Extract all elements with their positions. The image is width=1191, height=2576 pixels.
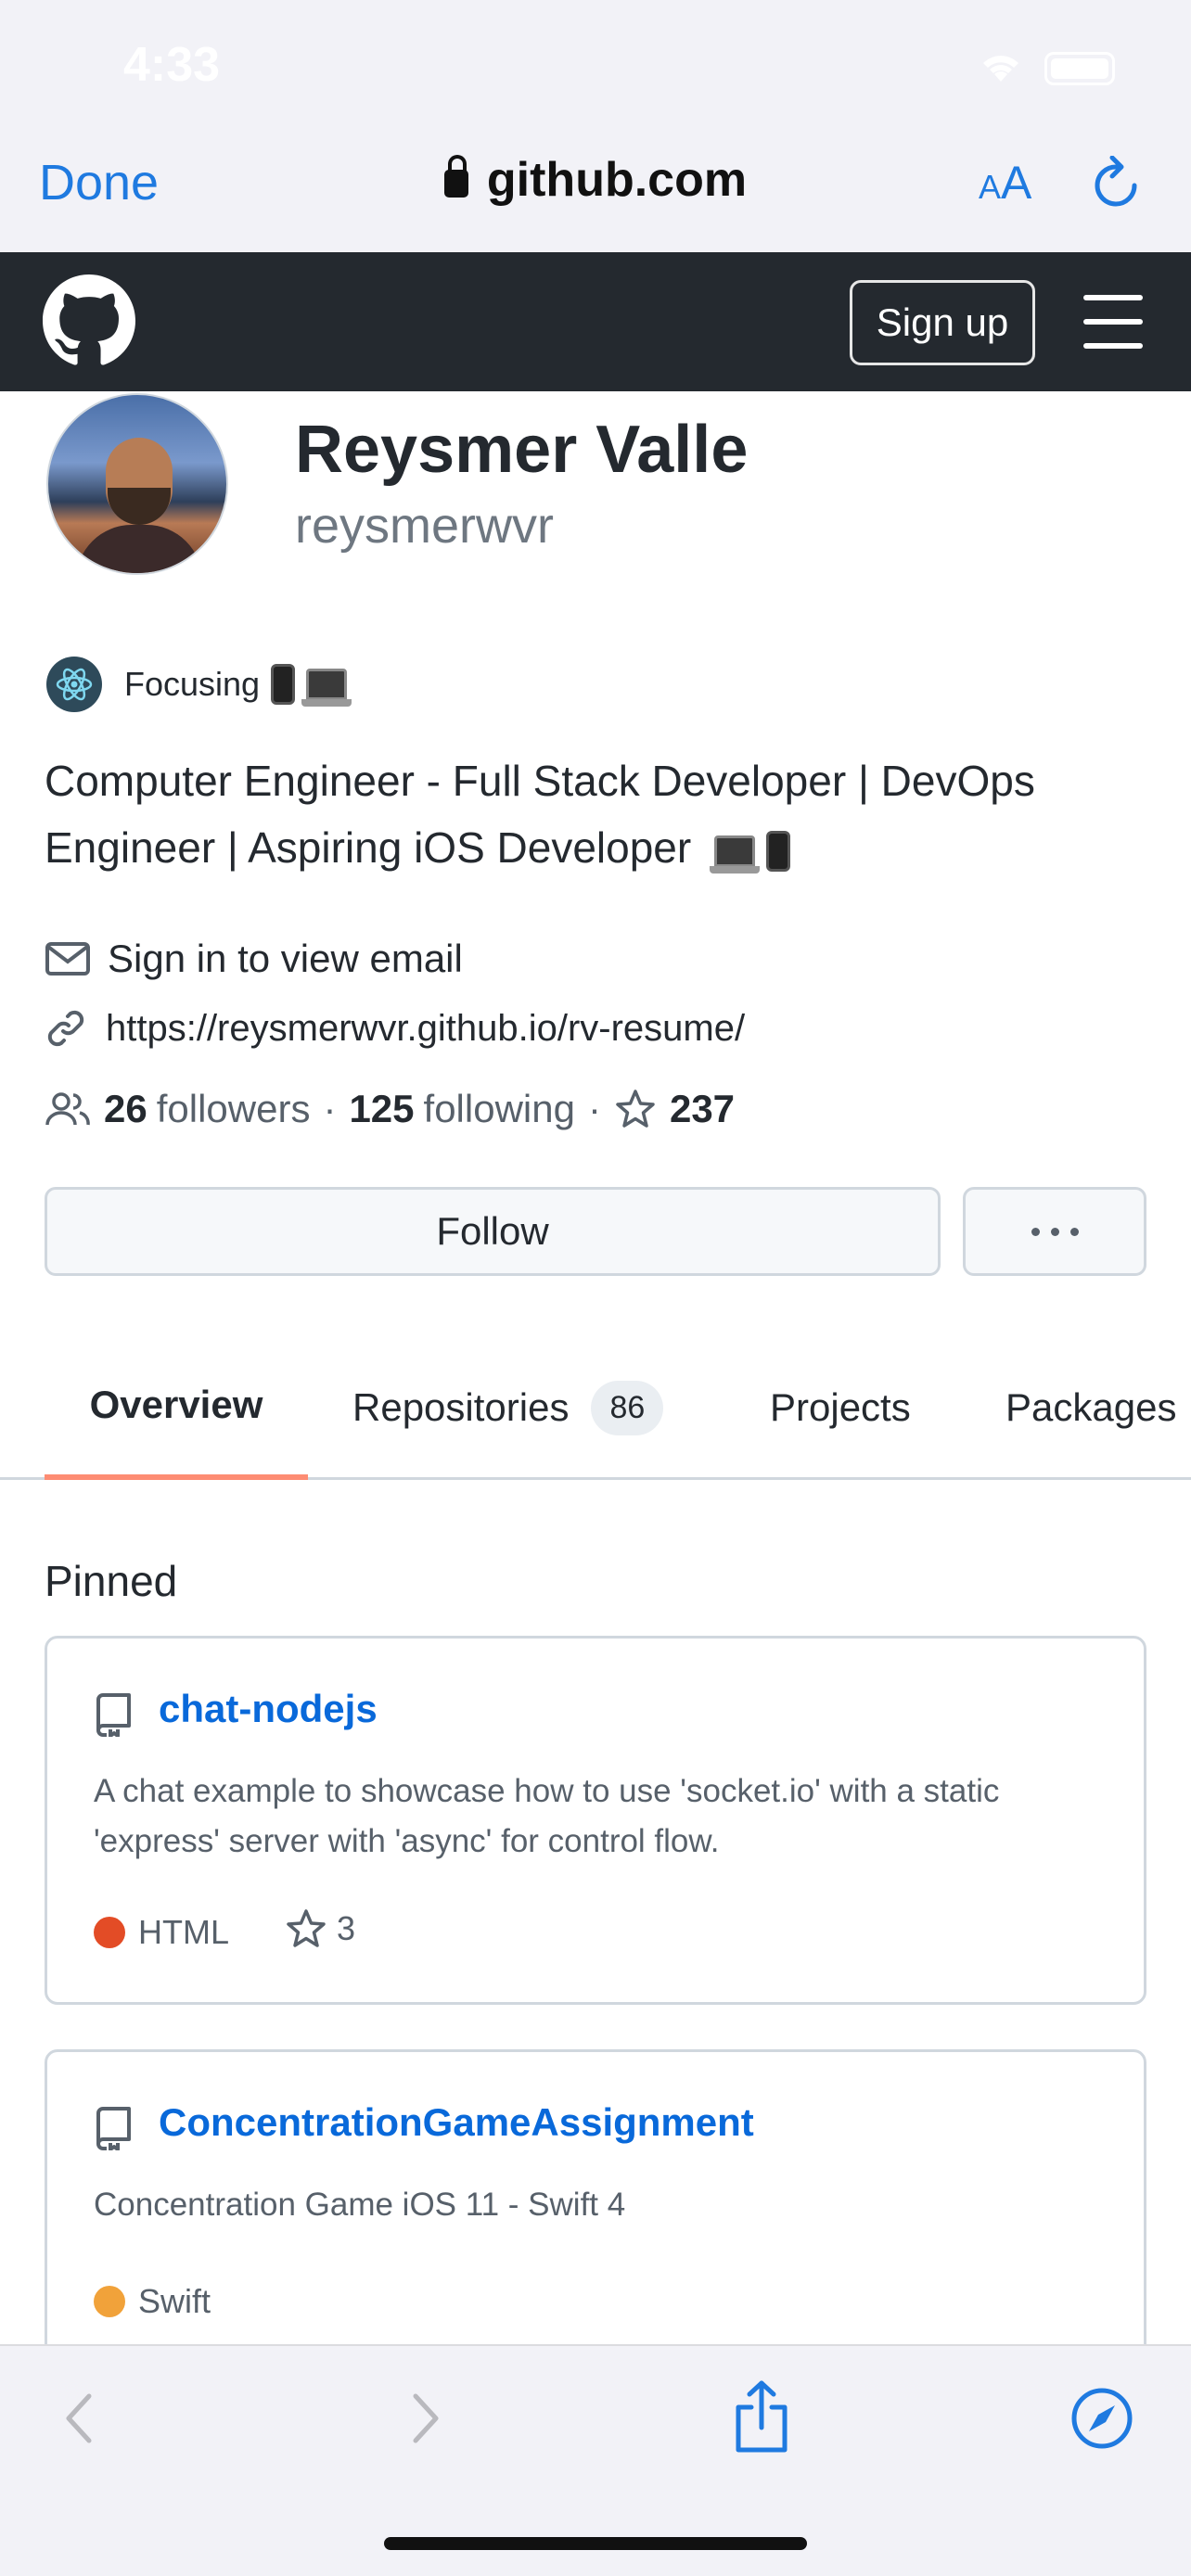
kebab-icon	[1031, 1227, 1040, 1236]
star-icon	[616, 1090, 655, 1128]
status-text: Focusing	[124, 665, 261, 703]
lock-icon	[443, 155, 468, 198]
mobile-phone-icon	[271, 664, 296, 705]
mobile-phone-icon	[766, 830, 790, 872]
tab-repositories-label: Repositories	[352, 1385, 570, 1429]
laptop-icon	[710, 835, 760, 874]
forward-icon[interactable]	[406, 2391, 443, 2446]
followers-label[interactable]: followers	[157, 1087, 311, 1131]
pinned-heading: Pinned	[45, 1557, 178, 1605]
repo-name-link[interactable]: ConcentrationGameAssignment	[159, 2100, 754, 2145]
back-icon[interactable]	[61, 2391, 98, 2446]
repo-description: A chat example to showcase how to use 's…	[94, 1773, 1000, 1859]
repo-language: Swift	[94, 2282, 211, 2321]
atom-icon	[46, 657, 102, 712]
pinned-repo-card: chat-nodejs A chat example to showcase h…	[45, 1636, 1146, 2005]
profile-bio: Computer Engineer - Full Stack Developer…	[45, 747, 1158, 881]
follow-stats: 26 followers · 125 following · 237	[45, 1087, 744, 1131]
stars-count[interactable]: 237	[670, 1087, 735, 1131]
website-row[interactable]: https://reysmerwvr.github.io/rv-resume/	[45, 1007, 745, 1050]
more-options-button[interactable]	[963, 1187, 1146, 1276]
repo-name-link[interactable]: chat-nodejs	[159, 1687, 378, 1731]
language-color-dot	[94, 2286, 125, 2317]
star-icon	[287, 1909, 326, 1947]
follow-button[interactable]: Follow	[45, 1187, 941, 1276]
profile-name: Reysmer Valle	[295, 413, 749, 487]
battery-icon	[1044, 52, 1115, 85]
email-row[interactable]: Sign in to view email	[45, 937, 463, 981]
followers-count[interactable]: 26	[104, 1087, 147, 1131]
link-icon	[47, 1010, 84, 1047]
email-text: Sign in to view email	[108, 937, 463, 980]
github-logo-icon[interactable]	[43, 274, 135, 372]
share-icon[interactable]	[731, 2379, 792, 2454]
repositories-count-badge: 86	[591, 1380, 664, 1435]
tab-repositories[interactable]: Repositories 86	[352, 1335, 664, 1480]
text-size-small: A	[979, 168, 1002, 206]
repo-stars[interactable]: 3	[285, 1907, 355, 1950]
text-size-button[interactable]: AA	[979, 156, 1031, 210]
home-indicator	[384, 2537, 807, 2550]
following-label[interactable]: following	[424, 1087, 575, 1131]
website-link[interactable]: https://reysmerwvr.github.io/rv-resume/	[106, 1008, 745, 1050]
signup-button[interactable]: Sign up	[850, 280, 1035, 365]
stars-count: 3	[337, 1909, 356, 1947]
repo-language: HTML	[94, 1913, 229, 1952]
bio-text: Computer Engineer - Full Stack Developer…	[45, 757, 1035, 872]
laptop-icon	[301, 669, 352, 707]
following-count[interactable]: 125	[349, 1087, 414, 1131]
profile-tabs: Overview Repositories 86 Projects Package…	[0, 1335, 1191, 1480]
mail-icon	[45, 942, 90, 976]
user-status: Focusing	[46, 655, 352, 714]
language-label: HTML	[138, 1913, 229, 1951]
hamburger-menu-icon[interactable]	[1083, 295, 1143, 367]
separator: ·	[587, 1087, 601, 1130]
avatar	[46, 393, 228, 575]
wifi-icon	[976, 48, 1026, 90]
tab-projects[interactable]: Projects	[770, 1335, 911, 1480]
people-icon	[45, 1092, 90, 1126]
tab-overview[interactable]: Overview	[45, 1335, 308, 1480]
reload-icon[interactable]	[1092, 155, 1142, 216]
separator: ·	[323, 1087, 337, 1130]
text-size-big: A	[1001, 157, 1032, 209]
status-time: 4:33	[123, 38, 221, 92]
tab-packages[interactable]: Packages	[1005, 1335, 1176, 1480]
repo-icon	[96, 1693, 131, 1737]
repo-icon	[96, 2107, 131, 2150]
url-text: github.com	[486, 153, 748, 207]
compass-icon[interactable]	[1070, 2387, 1133, 2450]
language-color-dot	[94, 1917, 125, 1948]
profile-login: reysmerwvr	[295, 498, 554, 554]
repo-description: Concentration Game iOS 11 - Swift 4	[94, 2187, 626, 2223]
language-label: Swift	[138, 2282, 211, 2320]
